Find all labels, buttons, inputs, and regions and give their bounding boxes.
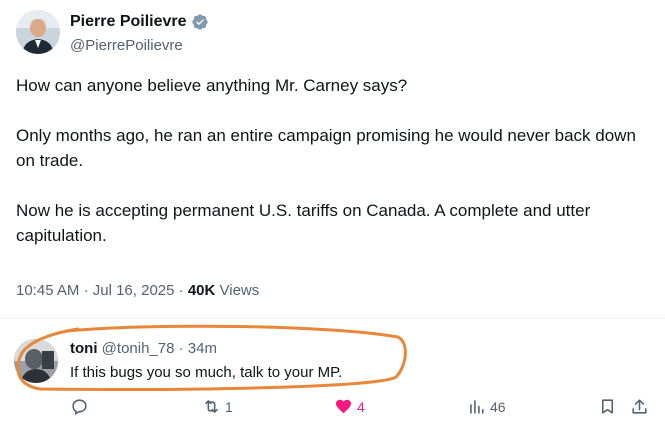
reply-action-bar: 1 4 46 [0,397,665,421]
share-button[interactable] [630,397,649,416]
reply-time[interactable]: 34m [188,340,217,357]
bookmark-button[interactable] [598,397,617,416]
like-button[interactable]: 4 [334,397,365,416]
reply-text: If this bugs you so much, talk to your M… [70,364,343,381]
reply-author-name[interactable]: toni [70,340,98,357]
share-icon [632,399,647,414]
highlight-annotation [16,324,407,391]
tweet-meta: 10:45 AM · Jul 16, 2025 · 40K Views [16,282,259,299]
reply-author-handle[interactable]: @tonih_78 [102,340,175,357]
tweet-paragraph: Only months ago, he ran an entire campai… [16,126,636,170]
tweet-date[interactable]: Jul 16, 2025 [93,282,175,299]
author-avatar[interactable] [16,10,60,54]
tweet-paragraph: How can anyone believe anything Mr. Carn… [16,76,408,95]
reply-separator: · [178,340,184,357]
bookmark-icon [601,399,614,414]
reply-button[interactable] [70,397,93,416]
views-button[interactable]: 46 [467,397,506,416]
main-tweet: Pierre Poilievre @PierrePoilievre How ca… [0,0,665,315]
heart-icon [335,399,352,414]
views-count: 46 [490,398,506,415]
tweet-text: How can anyone believe anything Mr. Carn… [16,73,646,248]
reply-tweet[interactable]: toni @tonih_78 · 34m If this bugs you so… [0,319,665,434]
like-count: 4 [357,398,365,415]
tweet-time[interactable]: 10:45 AM [16,282,79,299]
retweet-count: 1 [225,398,233,415]
reply-icon [72,399,87,415]
retweet-icon [205,400,218,413]
author-handle[interactable]: @PierrePoilievre [70,37,183,54]
tweet-views-count: 40K [187,282,216,299]
author-name-row: Pierre Poilievre [70,13,209,31]
retweet-button[interactable]: 1 [202,397,233,416]
author-name[interactable]: Pierre Poilievre [70,13,187,31]
tweet-paragraph: Now he is accepting permanent U.S. tarif… [16,201,591,245]
meta-separator: · [178,282,184,299]
meta-separator: · [83,282,89,299]
verified-badge-icon [191,13,209,31]
reply-header: toni @tonih_78 · 34m [70,340,217,357]
tweet-views-label: Views [219,282,260,299]
reply-avatar[interactable] [14,339,58,383]
views-icon [470,400,484,414]
